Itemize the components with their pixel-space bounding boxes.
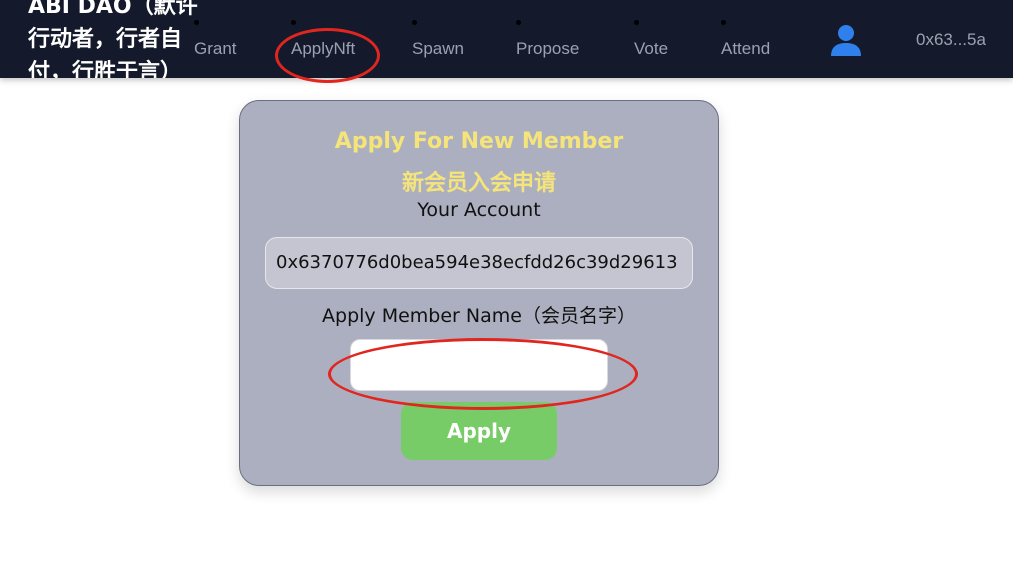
apply-member-card: Apply For New Member 新会员入会申请 Your Accoun… bbox=[239, 100, 719, 486]
bullet-dot-icon bbox=[516, 20, 521, 25]
brand-title: ABI DAO（默许行动者，行者自付，行胜于言） bbox=[28, 0, 198, 78]
account-address[interactable]: 0x63...5a bbox=[916, 30, 986, 50]
nav-item-label: Grant bbox=[194, 39, 237, 58]
nav-item-label: Spawn bbox=[412, 39, 464, 58]
nav-item-grant[interactable]: Grant bbox=[194, 20, 237, 59]
apply-button[interactable]: Apply bbox=[401, 402, 557, 460]
top-navbar: ABI DAO（默许行动者，行者自付，行胜于言） Grant ApplyNft … bbox=[0, 0, 1013, 78]
bullet-dot-icon bbox=[721, 20, 726, 25]
nav-item-label: Attend bbox=[721, 39, 771, 58]
account-label: Your Account bbox=[417, 199, 541, 221]
bullet-dot-icon bbox=[634, 20, 639, 25]
nav-item-label: ApplyNft bbox=[291, 39, 356, 58]
nav-item-attend[interactable]: Attend bbox=[721, 20, 770, 59]
nav-item-spawn[interactable]: Spawn bbox=[412, 20, 464, 59]
card-title-zh: 新会员入会申请 bbox=[401, 171, 556, 196]
member-name-input[interactable] bbox=[350, 339, 608, 391]
nav-item-vote[interactable]: Vote bbox=[634, 20, 668, 59]
bullet-dot-icon bbox=[412, 20, 417, 25]
nav-item-label: Propose bbox=[516, 39, 580, 58]
card-title-en: Apply For New Member bbox=[334, 129, 624, 154]
bullet-dot-icon bbox=[291, 20, 296, 25]
nav-item-applynft[interactable]: ApplyNft bbox=[291, 20, 355, 59]
user-icon[interactable] bbox=[829, 24, 863, 58]
account-address-field[interactable]: 0x6370776d0bea594e38ecfdd26c39d29613 bbox=[265, 237, 693, 289]
bullet-dot-icon bbox=[194, 20, 199, 25]
nav-item-label: Vote bbox=[634, 39, 669, 58]
member-name-label: Apply Member Name（会员名字） bbox=[322, 305, 636, 327]
nav-item-propose[interactable]: Propose bbox=[516, 20, 579, 59]
